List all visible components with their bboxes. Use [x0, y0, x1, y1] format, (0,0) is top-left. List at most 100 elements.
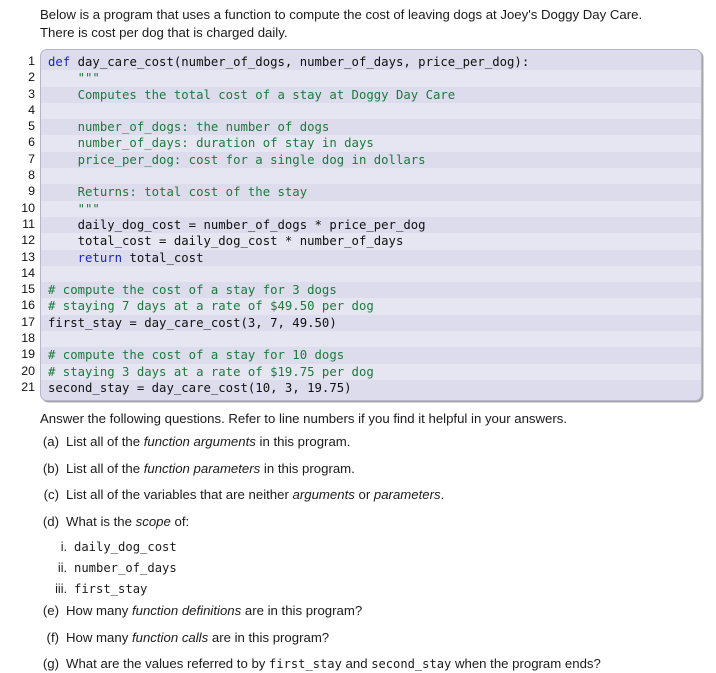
- line-number: 20: [21, 363, 35, 378]
- question-text: List all of the variables that are neith…: [66, 486, 702, 503]
- text-run: and: [341, 656, 372, 672]
- question-text: List all of the function parameters in t…: [66, 460, 702, 477]
- code-token-doc: """: [48, 201, 100, 216]
- question-label: (d): [42, 513, 59, 529]
- code-line: first_stay = day_care_cost(3, 7, 49.50): [41, 315, 701, 331]
- line-number-gutter: 1 2 3 4 5 6 7 8 9 10 11 12 13 14 15 16 17 18 19 20 21: [14, 49, 40, 395]
- code-line: [41, 168, 701, 185]
- question-row: (a) List all of the function arguments in…: [40, 433, 702, 450]
- code-line: price_per_dog: cost for a single dog in …: [41, 152, 701, 168]
- line-number: 2: [28, 70, 35, 85]
- code-token: second_stay = day_care_cost(10, 3, 19.75…: [48, 380, 352, 395]
- intro-paragraph: Below is a program that uses a function …: [14, 6, 702, 41]
- code-line: total_cost = daily_dog_cost * number_of_…: [41, 233, 701, 250]
- text-run: or: [354, 487, 374, 503]
- code-token-cmt: # staying 7 days at a rate of $49.50 per…: [48, 299, 374, 314]
- text-run: are in this program?: [241, 603, 363, 619]
- text-run: .: [440, 487, 445, 503]
- code-token-cmt: # compute the cost of a stay for 3 dogs: [48, 283, 337, 298]
- code-token: day_care_cost(number_of_dogs, number_of_…: [70, 55, 530, 69]
- text-run: What is the: [66, 513, 136, 529]
- text-run: in this program.: [260, 460, 355, 476]
- question-subitem: ii. number_of_days: [40, 560, 702, 577]
- text-run: List all of the variables that are neith…: [66, 487, 293, 503]
- question-text: List all of the function arguments in th…: [66, 433, 702, 450]
- emphasis-term: parameters: [373, 487, 441, 503]
- code-line: # staying 7 days at a rate of $49.50 per…: [41, 298, 701, 315]
- code-token-kw: def: [48, 55, 71, 69]
- code-line: [41, 102, 701, 120]
- code-token-doc: """: [48, 71, 100, 86]
- line-number: 12: [21, 233, 35, 248]
- questions-list: (a) List all of the function arguments in…: [40, 433, 702, 673]
- emphasis-term: function arguments: [143, 434, 256, 450]
- question-item: (f) How many function calls are in this p…: [40, 629, 702, 646]
- line-number: 18: [21, 331, 35, 346]
- code-line: """: [41, 70, 701, 87]
- code-token-doc: number_of_days: duration of stay in days: [48, 136, 374, 151]
- inline-code: second_stay: [371, 657, 452, 672]
- question-label: (c): [43, 487, 59, 503]
- line-number: 8: [28, 168, 35, 183]
- text-run: List all of the: [66, 460, 144, 476]
- text-run: of:: [170, 513, 190, 529]
- code-line: # staying 3 days at a rate of $19.75 per…: [41, 363, 701, 380]
- text-run: How many: [66, 629, 132, 645]
- subitem-text: daily_dog_cost: [74, 540, 177, 555]
- line-number: 4: [28, 102, 35, 117]
- question-row: (b) List all of the function parameters i…: [40, 460, 702, 477]
- question-subitem: i. daily_dog_cost: [40, 539, 702, 556]
- line-number: 17: [21, 314, 35, 329]
- question-text: What is the scope of:: [66, 513, 702, 530]
- question-text: How many function definitions are in thi…: [66, 602, 702, 619]
- code-token-cmt: # staying 3 days at a rate of $19.75 per…: [48, 364, 374, 379]
- emphasis-term: function parameters: [143, 460, 261, 476]
- subitem-label: ii.: [57, 561, 67, 576]
- text-run: when the program ends?: [451, 656, 601, 672]
- question-label: (g): [42, 656, 59, 672]
- question-item: (a) List all of the function arguments in…: [40, 433, 702, 450]
- code-line: return total_cost: [41, 250, 701, 266]
- code-token: first_stay = day_care_cost(3, 7, 49.50): [48, 315, 337, 330]
- code-listing: 1 2 3 4 5 6 7 8 9 10 11 12 13 14 15 16 17 18 19 20 21 def da…: [14, 49, 702, 402]
- code-line: daily_dog_cost = number_of_dogs * price_…: [41, 217, 701, 233]
- line-number: 6: [28, 135, 35, 150]
- question-row: (f) How many function calls are in this p…: [40, 629, 702, 646]
- question-row: (c) List all of the variables that are ne…: [40, 486, 702, 503]
- line-number: 7: [28, 151, 35, 166]
- text-run: in this program.: [255, 434, 351, 450]
- question-label: (f): [46, 629, 59, 645]
- emphasis-term: function definitions: [131, 603, 242, 619]
- question-subitem: iii. first_stay: [40, 581, 702, 598]
- subitem-text: number_of_days: [74, 561, 177, 576]
- code-line: Computes the total cost of a stay at Dog…: [41, 87, 701, 103]
- line-number: 3: [28, 86, 35, 101]
- question-label: (b): [42, 460, 59, 476]
- question-row: (e) How many function definitions are in …: [40, 602, 702, 619]
- question-row: (d) What is the scope of:: [40, 513, 702, 530]
- questions-lead: Answer the following questions. Refer to…: [40, 411, 568, 427]
- code-line: second_stay = day_care_cost(10, 3, 19.75…: [41, 380, 701, 396]
- emphasis-term: scope: [135, 513, 171, 529]
- intro-line-2: There is cost per dog that is charged da…: [40, 24, 288, 40]
- subitem-label: iii.: [55, 582, 67, 597]
- emphasis-term: function calls: [131, 629, 209, 645]
- code-token-doc: Returns: total cost of the stay: [48, 185, 308, 200]
- code-line: # compute the cost of a stay for 10 dogs: [41, 347, 701, 363]
- code-token: total_cost = daily_dog_cost * number_of_…: [48, 234, 404, 249]
- code-line: number_of_days: duration of stay in days: [41, 135, 701, 152]
- code-token-kw: return: [77, 250, 123, 265]
- text-run: List all of the: [66, 434, 144, 450]
- question-text: What are the values referred to by first…: [66, 655, 702, 673]
- emphasis-term: arguments: [292, 487, 355, 503]
- code-line: [41, 265, 701, 283]
- code-line: number_of_dogs: the number of dogs: [41, 119, 701, 135]
- line-number: 5: [28, 119, 35, 134]
- line-number: 16: [21, 298, 35, 313]
- text-run: How many: [66, 603, 132, 619]
- line-number: 1: [28, 54, 35, 68]
- code-line: def day_care_cost(number_of_dogs, number…: [41, 54, 701, 70]
- exercise-page: Below is a program that uses a function …: [0, 0, 716, 671]
- code-token-doc: Computes the total cost of a stay at Dog…: [48, 87, 456, 102]
- question-label: (e): [42, 603, 59, 619]
